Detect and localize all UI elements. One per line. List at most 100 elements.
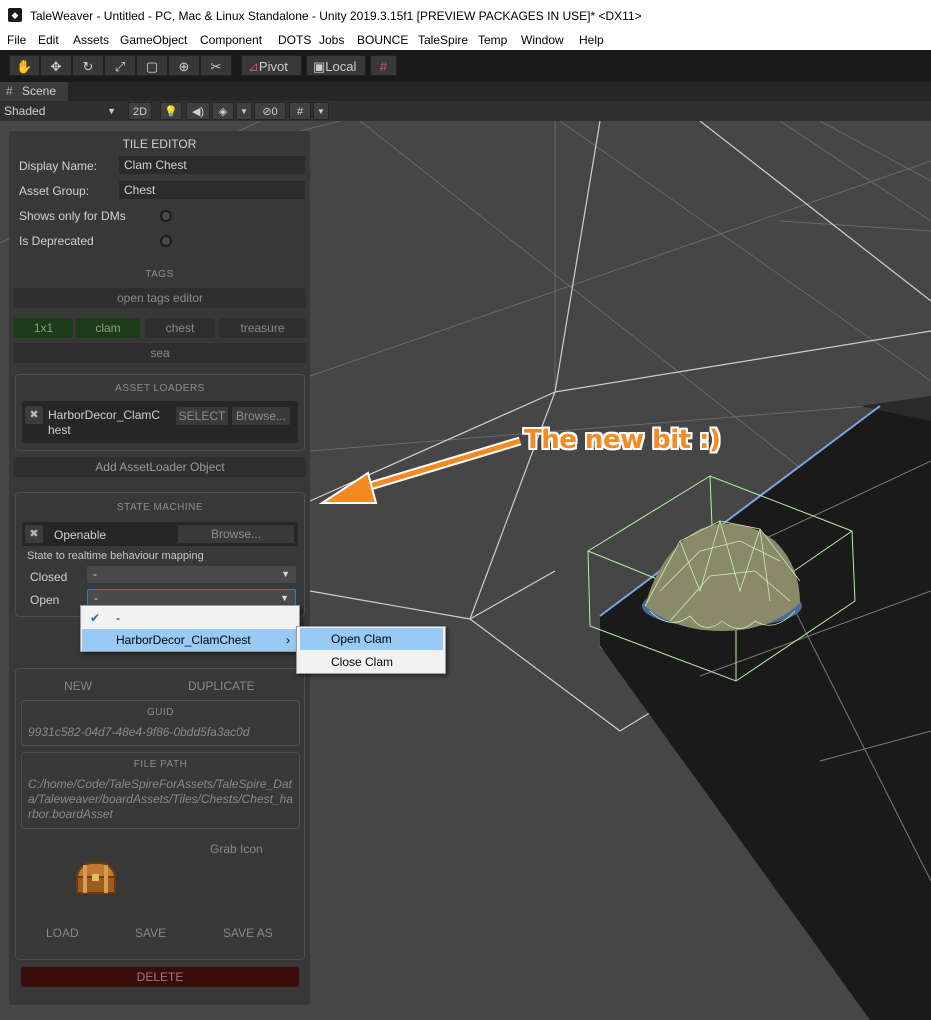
submenu-item-close-clam-label: Close Clam <box>331 655 394 669</box>
asset-loaders-box: ASSET LOADERS ✖ HarborDecor_ClamChest SE… <box>15 374 305 451</box>
checkmark-icon: ✔ <box>90 611 101 625</box>
annotation-callout: The new bit :) <box>524 425 721 455</box>
effects-dropdown-icon[interactable]: ▼ <box>236 102 252 120</box>
guid-box: GUID 9931c582-04d7-48e4-9f86-0bdd5fa3ac0… <box>21 700 300 746</box>
remove-state-machine-close-icon[interactable]: ✖ <box>25 525 43 543</box>
menu-jobs[interactable]: Jobs <box>319 33 344 47</box>
loader-name: HarborDecor_ClamChest <box>48 408 161 437</box>
title-bar: ◆ TaleWeaver - Untitled - PC, Mac & Linu… <box>0 0 931 31</box>
menu-edit[interactable]: Edit <box>38 33 59 47</box>
scene-tab-icon: # <box>6 84 13 98</box>
shading-mode-label: Shaded <box>4 104 46 118</box>
grid-snap-icon[interactable]: # <box>370 55 397 76</box>
rect-tool-icon[interactable]: ▢ <box>136 55 168 76</box>
tag-chest[interactable]: chest <box>145 318 215 338</box>
grab-icon-button[interactable]: Grab Icon <box>210 842 263 856</box>
closed-state-value: - <box>93 567 97 581</box>
menu-temp[interactable]: Temp <box>478 33 507 47</box>
tag-sea[interactable]: sea <box>14 343 306 363</box>
asset-loader-row: ✖ HarborDecor_ClamChest SELECT Browse... <box>22 401 298 443</box>
tag-1x1[interactable]: 1x1 <box>14 318 73 338</box>
closed-state-label: Closed <box>30 570 68 584</box>
chevron-down-icon: ▼ <box>281 569 290 579</box>
menu-item-none[interactable]: ✔ - <box>82 607 298 629</box>
open-state-dropdown[interactable]: - ▼ <box>87 589 296 606</box>
display-name-field[interactable]: Clam Chest <box>119 156 305 174</box>
menu-dots[interactable]: DOTS <box>278 33 311 47</box>
behaviour-submenu: Open Clam Close Clam <box>296 626 446 674</box>
state-machine-box: STATE MACHINE ✖ Openable Browse... State… <box>15 492 305 617</box>
grid-dropdown-icon[interactable]: ▼ <box>313 102 329 120</box>
new-button[interactable]: NEW <box>64 679 92 693</box>
mode-2d-button[interactable]: 2D <box>128 102 152 120</box>
submenu-item-close-clam[interactable]: Close Clam <box>300 651 443 673</box>
treasure-chest-icon <box>74 862 118 896</box>
rotate-tool-icon[interactable]: ↻ <box>72 55 104 76</box>
tag-clam[interactable]: clam <box>76 318 140 338</box>
menu-talespire[interactable]: TaleSpire <box>418 33 468 47</box>
eye-slash-icon: ⊘ <box>262 106 272 118</box>
scene-tab-bar: # Scene <box>0 82 931 101</box>
menu-help[interactable]: Help <box>579 33 604 47</box>
closed-state-dropdown[interactable]: - ▼ <box>87 566 296 583</box>
dm-only-label: Shows only for DMs <box>19 209 126 223</box>
browse-loader-button[interactable]: Browse... <box>232 407 290 425</box>
transform-tool-icon[interactable]: ⊕ <box>168 55 200 76</box>
scale-tool-icon[interactable]: ⤢ <box>104 55 136 76</box>
local-label: Local <box>325 59 357 74</box>
mapping-label: State to realtime behaviour mapping <box>27 550 204 562</box>
hidden-count: 0 <box>271 106 278 118</box>
asset-file-box: NEW DUPLICATE GUID 9931c582-04d7-48e4-9f… <box>15 668 305 960</box>
state-machine-title: STATE MACHINE <box>116 502 204 513</box>
unity-logo-icon: ◆ <box>8 8 22 22</box>
audio-icon[interactable]: ◀) <box>186 102 210 120</box>
hidden-objects-toggle[interactable]: ⊘0 <box>254 102 286 120</box>
state-machine-row: ✖ Openable Browse... <box>22 522 298 546</box>
local-toggle-button[interactable]: ▣Local <box>306 55 366 76</box>
window-title: TaleWeaver - Untitled - PC, Mac & Linux … <box>30 9 642 23</box>
menu-bar: File Edit Assets GameObject Component DO… <box>0 31 931 50</box>
state-machine-name: Openable <box>54 528 107 542</box>
effects-icon[interactable]: ◈ <box>212 102 234 120</box>
file-path-box: FILE PATH C:/home/Code/TaleSpireForAsset… <box>21 752 300 829</box>
hand-tool-icon[interactable]: ✋ <box>9 55 40 76</box>
add-asset-loader-button[interactable]: Add AssetLoader Object <box>14 457 306 477</box>
submenu-item-open-clam[interactable]: Open Clam <box>300 628 443 650</box>
asset-loaders-title: ASSET LOADERS <box>115 383 205 394</box>
menu-gameobject[interactable]: GameObject <box>120 33 187 47</box>
scene-toolbar: Shaded ▼ 2D 💡 ◀) ◈ ▼ ⊘0 # ▼ <box>0 101 931 121</box>
browse-state-machine-button[interactable]: Browse... <box>178 525 294 543</box>
menu-bounce[interactable]: BOUNCE <box>357 33 408 47</box>
custom-tool-icon[interactable]: ✂ <box>200 55 232 76</box>
deprecated-label: Is Deprecated <box>19 234 94 248</box>
tag-treasure[interactable]: treasure <box>219 318 306 338</box>
file-path-value: C:/home/Code/TaleSpireForAssets/TaleSpir… <box>28 777 293 821</box>
tab-scene[interactable]: # Scene <box>0 82 68 101</box>
save-as-button[interactable]: SAVE AS <box>223 926 273 940</box>
menu-component[interactable]: Component <box>200 33 262 47</box>
delete-button[interactable]: DELETE <box>21 967 299 987</box>
menu-assets[interactable]: Assets <box>73 33 109 47</box>
menu-window[interactable]: Window <box>521 33 564 47</box>
tab-scene-label: Scene <box>22 84 57 98</box>
asset-group-label: Asset Group: <box>19 184 90 198</box>
pivot-toggle-button[interactable]: ⊿Pivot <box>241 55 302 76</box>
open-tags-editor-button[interactable]: open tags editor <box>14 288 306 308</box>
menu-file[interactable]: File <box>7 33 26 47</box>
shading-mode-dropdown[interactable]: Shaded ▼ <box>0 102 120 120</box>
pivot-label: Pivot <box>258 59 288 74</box>
remove-loader-close-icon[interactable]: ✖ <box>25 406 43 424</box>
grid-icon[interactable]: # <box>289 102 311 120</box>
duplicate-button[interactable]: DUPLICATE <box>188 679 254 693</box>
menu-item-harbor-clam-chest[interactable]: HarborDecor_ClamChest › <box>82 629 298 651</box>
menu-item-none-label: - <box>116 611 120 625</box>
asset-group-field[interactable]: Chest <box>119 181 305 199</box>
select-loader-button[interactable]: SELECT <box>176 407 228 425</box>
deprecated-toggle[interactable] <box>160 235 172 247</box>
load-button[interactable]: LOAD <box>46 926 79 940</box>
lighting-icon[interactable]: 💡 <box>160 102 182 120</box>
dm-only-toggle[interactable] <box>160 210 172 222</box>
save-button[interactable]: SAVE <box>135 926 166 940</box>
move-tool-icon[interactable]: ✥ <box>40 55 72 76</box>
tags-title: TAGS <box>145 269 174 280</box>
